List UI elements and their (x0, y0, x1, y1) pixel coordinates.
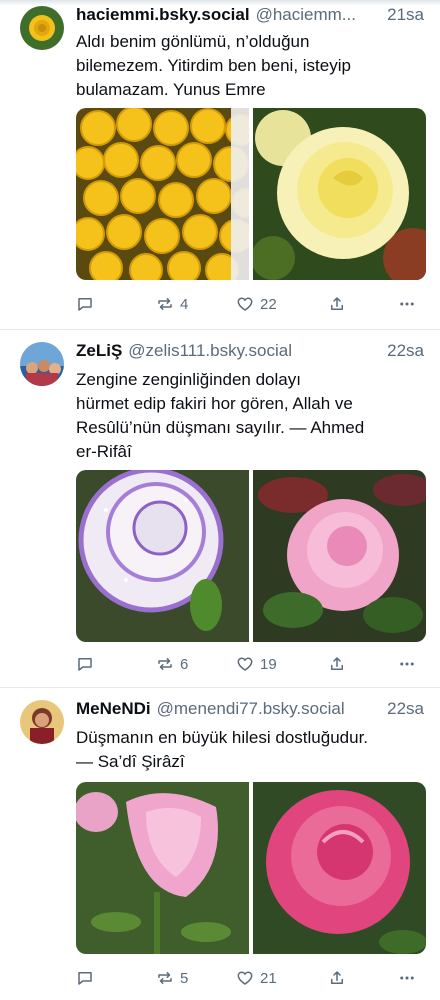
post-image-magenta-rose[interactable] (253, 782, 426, 954)
display-name[interactable]: ZeLiŞ (76, 341, 122, 361)
post-image-white-purple-rose[interactable] (76, 470, 249, 642)
post-image-yellow-rose[interactable] (253, 108, 426, 280)
more-options-button[interactable] (398, 966, 416, 990)
like-button[interactable]: 22 (236, 292, 277, 316)
post-text: Aldı benim gönlümü, n’olduğun bilemezem.… (76, 30, 416, 102)
reply-button[interactable] (76, 652, 94, 676)
handle[interactable]: @zelis111.bsky.social (128, 341, 292, 361)
repost-button[interactable]: 6 (156, 652, 188, 676)
post-text-line: — Sa’dî Şirâzî (76, 752, 185, 771)
timestamp[interactable]: 22sa (379, 699, 424, 719)
speech-bubble-icon (78, 298, 92, 311)
ellipsis-icon (400, 976, 414, 980)
like-count: 22 (260, 295, 277, 313)
post-actions: 5 21 (76, 966, 426, 990)
repost-arrows-icon (158, 658, 172, 670)
post-actions: 6 19 (76, 652, 426, 676)
post-text: Düşmanın en büyük hilesi dostluğudur. — … (76, 726, 416, 774)
share-button[interactable] (328, 652, 346, 676)
image-gallery (76, 782, 426, 954)
reply-button[interactable] (76, 292, 94, 316)
share-icon (331, 971, 343, 984)
image-gallery (76, 470, 426, 642)
like-button[interactable]: 21 (236, 966, 277, 990)
post-image-yellow-roses-bouquet[interactable] (76, 108, 249, 280)
share-icon (331, 297, 343, 310)
share-button[interactable] (328, 292, 346, 316)
like-button[interactable]: 19 (236, 652, 277, 676)
repost-arrows-icon (158, 972, 172, 984)
post[interactable]: ZeLiŞ @zelis111.bsky.social 22sa Zengine… (0, 330, 440, 688)
post-text: Zengine zenginliğinden dolayı hürmet edi… (76, 368, 416, 464)
post-text-line: bulamazam. Yunus Emre (76, 80, 266, 99)
timestamp[interactable]: 21sa (379, 5, 424, 25)
reply-button[interactable] (76, 966, 94, 990)
post[interactable]: haciemmi.bsky.social @haciemm... 21sa Al… (0, 0, 440, 330)
display-name[interactable]: MeNeNDi (76, 699, 151, 719)
display-name[interactable]: haciemmi.bsky.social (76, 5, 250, 25)
post-image-pink-rose-bud[interactable] (76, 782, 249, 954)
speech-bubble-icon (78, 658, 92, 671)
timestamp[interactable]: 22sa (379, 341, 424, 361)
post-text-line: Zengine zenginliğinden dolayı (76, 370, 301, 389)
post-text-line: Resûlü’nün düşmanı sayılır. — Ahmed (76, 418, 365, 437)
post-image-pink-rose[interactable] (253, 470, 426, 642)
post-header: haciemmi.bsky.social @haciemm... 21sa (76, 5, 424, 29)
handle[interactable]: @menendi77.bsky.social (157, 699, 345, 719)
post-header: MeNeNDi @menendi77.bsky.social 22sa (76, 699, 424, 723)
heart-icon (237, 657, 253, 671)
like-count: 19 (260, 655, 277, 673)
share-icon (331, 657, 343, 670)
speech-bubble-icon (78, 972, 92, 985)
ellipsis-icon (400, 662, 414, 666)
repost-count: 5 (180, 969, 189, 987)
repost-arrows-icon (158, 298, 172, 310)
image-gallery (76, 108, 426, 280)
repost-button[interactable]: 5 (156, 966, 188, 990)
post-text-line: Aldı benim gönlümü, n’olduğun (76, 32, 310, 51)
post-text-line: hürmet edip fakiri hor gören, Allah ve (76, 394, 353, 413)
post-actions: 4 22 (76, 292, 426, 316)
post[interactable]: MeNeNDi @menendi77.bsky.social 22sa Düşm… (0, 688, 440, 1000)
avatar[interactable] (20, 342, 64, 386)
heart-icon (237, 297, 253, 311)
avatar[interactable] (20, 700, 64, 744)
more-options-button[interactable] (398, 292, 416, 316)
handle[interactable]: @haciemm... (256, 5, 356, 25)
ellipsis-icon (400, 302, 414, 306)
more-options-button[interactable] (398, 652, 416, 676)
post-text-line: Düşmanın en büyük hilesi dostluğudur. (76, 728, 369, 747)
post-text-line: er-Rifâî (76, 442, 132, 461)
post-text-line: bilemezem. Yitirdim ben beni, isteyip (76, 56, 351, 75)
repost-count: 6 (180, 655, 189, 673)
avatar[interactable] (20, 6, 64, 50)
post-header: ZeLiŞ @zelis111.bsky.social 22sa (76, 341, 424, 365)
share-button[interactable] (328, 966, 346, 990)
repost-count: 4 (180, 295, 189, 313)
repost-button[interactable]: 4 (156, 292, 188, 316)
like-count: 21 (260, 969, 277, 987)
heart-icon (237, 971, 253, 985)
